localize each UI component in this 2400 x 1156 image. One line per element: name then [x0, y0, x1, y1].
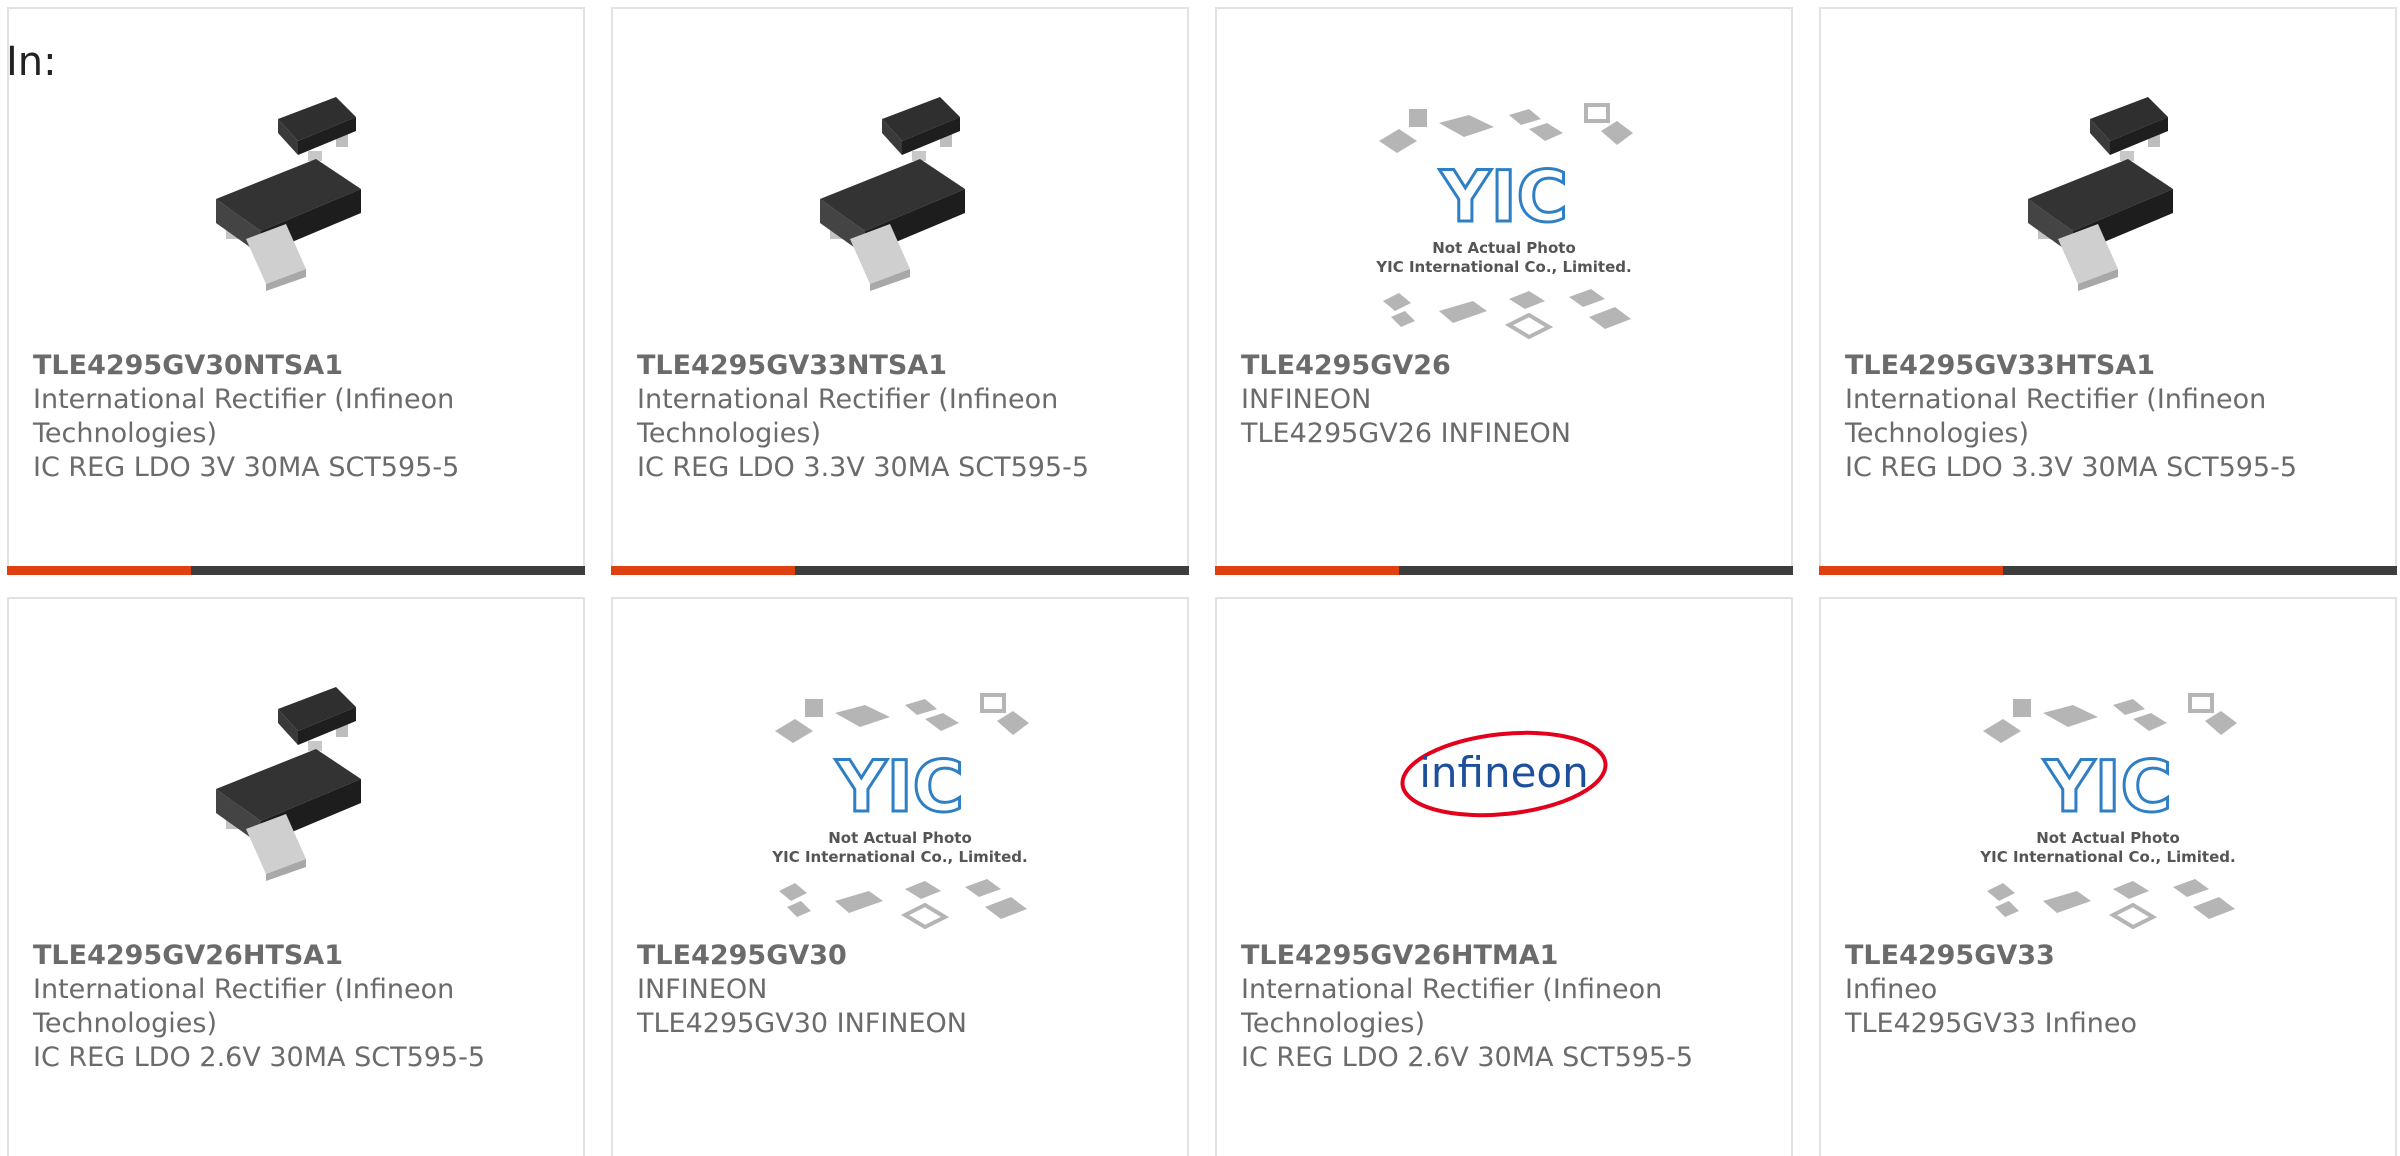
part-number-link[interactable]: TLE4295GV26HTSA1 — [33, 939, 563, 973]
placeholder-line1: Not Actual Photo — [828, 829, 972, 847]
product-image: YIC Not Actual Photo YIC International C… — [1217, 9, 1791, 340]
card-accent-bar — [611, 566, 795, 575]
manufacturer: International Rectifier (Infineon Techno… — [33, 974, 455, 1039]
description: IC REG LDO 3V 30MA SCT595-5 — [33, 452, 460, 483]
chip-package-icon — [820, 97, 965, 291]
part-number-link[interactable]: TLE4295GV30NTSA1 — [33, 349, 563, 383]
product-grid-page: In: TLE4295GV30NTSA1 International Recti… — [0, 0, 2400, 1156]
product-card[interactable]: YIC Not Actual Photo YIC International C… — [1819, 597, 2397, 1156]
chip-package-icon — [216, 97, 361, 291]
description: TLE4295GV30 INFINEON — [637, 1008, 967, 1039]
product-info: TLE4295GV33NTSA1 International Rectifier… — [637, 349, 1167, 485]
product-card[interactable]: TLE4295GV33NTSA1 International Rectifier… — [611, 7, 1189, 575]
description: IC REG LDO 3.3V 30MA SCT595-5 — [637, 452, 1090, 483]
product-image: YIC Not Actual Photo YIC International C… — [613, 599, 1187, 930]
part-number-link[interactable]: TLE4295GV26HTMA1 — [1241, 939, 1771, 973]
yic-placeholder-image: YIC Not Actual Photo YIC International C… — [1375, 103, 1633, 340]
yic-placeholder-image: YIC Not Actual Photo YIC International C… — [1979, 693, 2237, 930]
manufacturer: INFINEON — [637, 974, 768, 1005]
product-image — [613, 9, 1187, 291]
product-image: infineon — [1217, 599, 1791, 869]
card-footer-bar — [7, 566, 585, 575]
part-number-link[interactable]: TLE4295GV33NTSA1 — [637, 349, 1167, 383]
product-card[interactable]: YIC Not Actual Photo YIC International C… — [1215, 7, 1793, 575]
placeholder-line1: Not Actual Photo — [2036, 829, 2180, 847]
chip-package-icon — [216, 687, 361, 881]
product-info: TLE4295GV30NTSA1 International Rectifier… — [33, 349, 563, 485]
product-image — [9, 9, 583, 291]
description: TLE4295GV33 Infineo — [1845, 1008, 2137, 1039]
infineon-logo: infineon — [1400, 730, 1608, 818]
manufacturer: Infineo — [1845, 974, 1938, 1005]
product-image: YIC Not Actual Photo YIC International C… — [1821, 599, 2395, 930]
yic-placeholder-image: YIC Not Actual Photo YIC International C… — [771, 693, 1029, 930]
product-info: TLE4295GV30 INFINEON TLE4295GV30 INFINEO… — [637, 939, 1167, 1041]
card-accent-bar — [1819, 566, 2003, 575]
product-info: TLE4295GV26 INFINEON TLE4295GV26 INFINEO… — [1241, 349, 1771, 451]
placeholder-line1: Not Actual Photo — [1432, 239, 1576, 257]
part-number-link[interactable]: TLE4295GV33HTSA1 — [1845, 349, 2375, 383]
filter-label: In: — [6, 39, 57, 85]
product-image — [9, 599, 583, 881]
card-footer-bar — [1215, 566, 1793, 575]
product-card[interactable]: infineon TLE4295GV26HTMA1 International … — [1215, 597, 1793, 1156]
placeholder-line2: YIC International Co., Limited. — [1375, 258, 1631, 276]
product-card[interactable]: TLE4295GV30NTSA1 International Rectifier… — [7, 7, 585, 575]
product-image — [1821, 9, 2395, 291]
part-number-link[interactable]: TLE4295GV30 — [637, 939, 1167, 973]
card-accent-bar — [1215, 566, 1399, 575]
manufacturer: INFINEON — [1241, 384, 1372, 415]
part-number-link[interactable]: TLE4295GV26 — [1241, 349, 1771, 383]
svg-text:YIC: YIC — [835, 746, 964, 828]
description: IC REG LDO 2.6V 30MA SCT595-5 — [1241, 1042, 1694, 1073]
card-accent-bar — [7, 566, 191, 575]
description: IC REG LDO 2.6V 30MA SCT595-5 — [33, 1042, 486, 1073]
manufacturer: International Rectifier (Infineon Techno… — [1845, 384, 2267, 449]
product-info: TLE4295GV33HTSA1 International Rectifier… — [1845, 349, 2375, 485]
placeholder-line2: YIC International Co., Limited. — [771, 848, 1027, 866]
card-footer-bar — [1819, 566, 2397, 575]
description: TLE4295GV26 INFINEON — [1241, 418, 1571, 449]
product-card[interactable]: TLE4295GV33HTSA1 International Rectifier… — [1819, 7, 2397, 575]
description: IC REG LDO 3.3V 30MA SCT595-5 — [1845, 452, 2298, 483]
part-number-link[interactable]: TLE4295GV33 — [1845, 939, 2375, 973]
product-card[interactable]: TLE4295GV26HTSA1 International Rectifier… — [7, 597, 585, 1156]
svg-text:YIC: YIC — [1439, 156, 1568, 238]
chip-package-icon — [2028, 97, 2173, 291]
logo-text: infineon — [1419, 748, 1589, 797]
product-info: TLE4295GV26HTSA1 International Rectifier… — [33, 939, 563, 1075]
manufacturer: International Rectifier (Infineon Techno… — [637, 384, 1059, 449]
manufacturer: International Rectifier (Infineon Techno… — [1241, 974, 1663, 1039]
manufacturer: International Rectifier (Infineon Techno… — [33, 384, 455, 449]
placeholder-line2: YIC International Co., Limited. — [1979, 848, 2235, 866]
svg-text:YIC: YIC — [2043, 746, 2172, 828]
product-info: TLE4295GV26HTMA1 International Rectifier… — [1241, 939, 1771, 1075]
product-info: TLE4295GV33 Infineo TLE4295GV33 Infineo — [1845, 939, 2375, 1041]
product-card[interactable]: YIC Not Actual Photo YIC International C… — [611, 597, 1189, 1156]
card-footer-bar — [611, 566, 1189, 575]
